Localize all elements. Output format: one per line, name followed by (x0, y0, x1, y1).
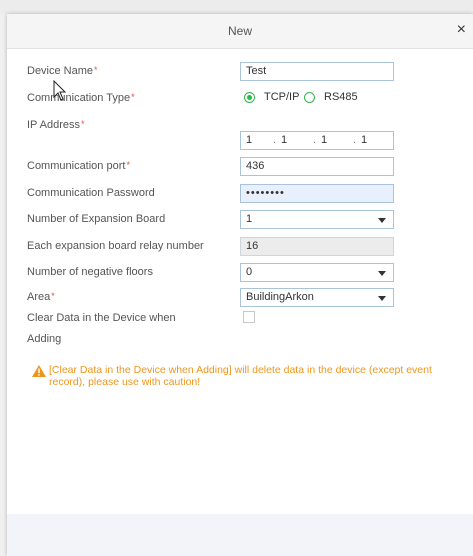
expansion-board-select[interactable]: 1 (240, 210, 394, 229)
new-device-dialog: New × Device Name* Test Communication Ty… (7, 14, 473, 556)
communication-type-row: Communication Type* TCP/IP RS485 (7, 91, 473, 107)
communication-password-input[interactable]: •••••••• (240, 184, 394, 203)
radio-rs485-label[interactable]: RS485 (324, 91, 358, 103)
ip-octet-3[interactable]: 1 (321, 132, 327, 149)
device-name-label: Device Name* (27, 65, 98, 77)
ip-separator: . (273, 134, 277, 146)
area-value: BuildingArkon (246, 291, 314, 303)
radio-tcpip[interactable] (244, 92, 255, 103)
warning-icon (32, 365, 46, 377)
negative-floors-select[interactable]: 0 (240, 263, 394, 282)
chevron-down-icon (378, 271, 386, 276)
background-strip (0, 0, 473, 14)
area-select[interactable]: BuildingArkon (240, 288, 394, 307)
relay-number-input: 16 (240, 237, 394, 256)
required-mark: * (131, 92, 135, 102)
mouse-cursor-icon (53, 80, 67, 101)
clear-data-checkbox[interactable] (243, 311, 255, 323)
clear-data-label-line2: Adding (27, 333, 62, 345)
ip-separator: . (313, 134, 317, 146)
ip-address-input[interactable]: 1 . 1 . 1 . 1 (240, 131, 394, 150)
dialog-titlebar: New × (7, 14, 473, 49)
required-mark: * (51, 291, 55, 301)
area-label: Area* (27, 291, 55, 303)
communication-port-input[interactable]: 436 (240, 157, 394, 176)
communication-type-label: Communication Type* (27, 92, 135, 104)
ip-octet-1[interactable]: 1 (246, 132, 252, 149)
ip-octet-2[interactable]: 1 (281, 132, 287, 149)
ip-address-label: IP Address* (27, 119, 85, 131)
expansion-board-label: Number of Expansion Board (27, 213, 166, 225)
clear-data-row: Clear Data in the Device when Adding (7, 311, 473, 351)
required-mark: * (126, 160, 130, 170)
ip-octet-4[interactable]: 1 (361, 132, 367, 149)
communication-password-label: Communication Password (27, 187, 155, 199)
negative-floors-value: 0 (246, 266, 253, 278)
required-mark: * (94, 65, 98, 75)
negative-floors-label: Number of negative floors (27, 266, 153, 278)
ip-separator: . (353, 134, 357, 146)
dialog-title: New (227, 24, 252, 38)
device-name-input[interactable]: Test (240, 62, 394, 81)
relay-number-label: Each expansion board relay number (27, 240, 204, 252)
expansion-board-value: 1 (246, 213, 253, 225)
warning-text: [Clear Data in the Device when Adding] w… (49, 364, 432, 388)
chevron-down-icon (378, 218, 386, 223)
dialog-footer (7, 514, 473, 556)
radio-tcpip-label[interactable]: TCP/IP (264, 91, 299, 103)
clear-data-label-line1: Clear Data in the Device when (27, 312, 176, 324)
close-icon[interactable]: × (457, 21, 466, 39)
required-mark: * (81, 119, 85, 129)
communication-port-label: Communication port* (27, 160, 130, 172)
radio-rs485[interactable] (304, 92, 315, 103)
chevron-down-icon (378, 296, 386, 301)
